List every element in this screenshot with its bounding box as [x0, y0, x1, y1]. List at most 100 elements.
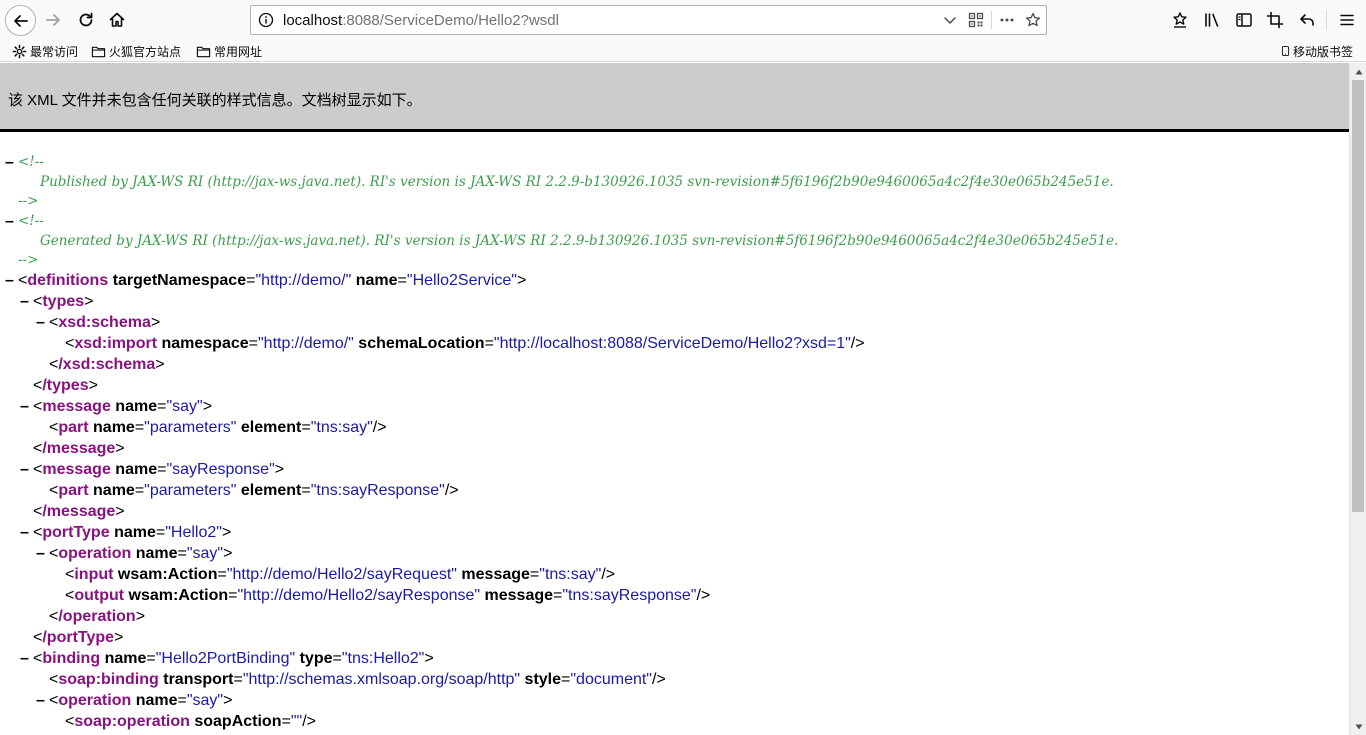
tag-name: definitions: [27, 272, 109, 289]
tag-name: input: [74, 566, 114, 583]
sidebar-icon: [1236, 13, 1252, 27]
tag-name: /message: [42, 440, 116, 457]
scroll-up-button[interactable]: [1350, 63, 1366, 80]
attr-value: "say": [186, 692, 224, 709]
collapse-toggle[interactable]: –: [20, 396, 29, 417]
collapse-toggle[interactable]: –: [20, 291, 29, 312]
attr-value: "tns:sayResponse": [562, 587, 697, 604]
collapse-toggle[interactable]: –: [36, 312, 45, 333]
comment-open: <!--: [18, 154, 44, 170]
attr-value: "parameters": [144, 482, 237, 499]
url-dropdown-button[interactable]: [937, 6, 963, 34]
attr-value: "http://demo/Hello2/sayResponse": [237, 587, 481, 604]
bookmark-label: 最常访问: [30, 44, 79, 59]
url-host: localhost: [283, 11, 343, 29]
home-button[interactable]: [103, 6, 131, 34]
attr-name: name: [355, 272, 398, 289]
attr-value: "parameters": [144, 419, 237, 436]
collapse-toggle[interactable]: –: [36, 690, 45, 711]
attr-name: name: [135, 545, 178, 562]
attr-value: "Hello2PortBinding": [155, 650, 296, 667]
attr-name: message: [461, 566, 530, 583]
scroll-thumb[interactable]: [1352, 80, 1364, 512]
bookmark-label: 火狐官方站点: [109, 44, 182, 59]
attr-name: wsam:Action: [128, 587, 229, 604]
chevron-down-icon: [944, 17, 956, 24]
attr-name: wsam:Action: [117, 566, 218, 583]
attr-name: name: [93, 419, 135, 436]
attr-value: "http://demo/": [255, 272, 352, 289]
qr-code-button[interactable]: [963, 6, 989, 34]
comment-close: -->: [18, 193, 39, 209]
back-button[interactable]: [5, 5, 36, 36]
collapse-toggle[interactable]: –: [20, 522, 29, 543]
bookmarks-toolbar: 最常访问 火狐官方站点 常用网址 移动版书签: [0, 40, 1366, 62]
more-dots-icon: [1000, 18, 1014, 22]
reading-list-button[interactable]: [1166, 6, 1194, 34]
reload-button[interactable]: [72, 6, 100, 34]
site-info-button[interactable]: [251, 6, 281, 34]
attr-value: "http://demo/": [257, 335, 354, 352]
bookmark-star-button[interactable]: [1020, 6, 1046, 34]
attr-value: "http://localhost:8088/ServiceDemo/Hello…: [493, 335, 851, 352]
bookmark-most-visited[interactable]: 最常访问: [12, 41, 78, 61]
sidebar-button[interactable]: [1230, 6, 1258, 34]
url-text[interactable]: localhost:8088/ServiceDemo/Hello2?wsdl: [281, 12, 937, 29]
collapse-toggle[interactable]: –: [5, 152, 14, 173]
attr-name: name: [104, 650, 147, 667]
attr-name: element: [240, 482, 302, 499]
comment-open: <!--: [18, 213, 44, 229]
attr-value: "say": [186, 545, 224, 562]
tag-name: part: [58, 482, 89, 499]
attr-name: name: [135, 692, 178, 709]
tag-name: soap:operation: [74, 713, 190, 730]
triangle-up-icon: [1355, 69, 1362, 74]
bookmark-folder-firefox[interactable]: 火狐官方站点: [91, 41, 181, 61]
forward-arrow-icon: [46, 14, 60, 26]
bookmark-label: 常用网址: [214, 44, 263, 59]
tag-name: types: [42, 293, 85, 310]
attr-name: soapAction: [194, 713, 282, 730]
attr-name: targetNamespace: [112, 272, 247, 289]
bookmark-folder-common[interactable]: 常用网址: [196, 41, 262, 61]
tag-name: output: [74, 587, 125, 604]
attr-value: "Hello2Service": [406, 272, 517, 289]
attr-name: name: [93, 482, 135, 499]
collapse-toggle[interactable]: –: [5, 211, 14, 232]
library-button[interactable]: [1198, 6, 1226, 34]
undo-button[interactable]: [1293, 6, 1321, 34]
attr-name: type: [299, 650, 333, 667]
bookmark-label: 移动版书签: [1293, 44, 1354, 59]
collapse-toggle[interactable]: –: [20, 459, 29, 480]
xml-info-message: 该 XML 文件并未包含任何关联的样式信息。文档树显示如下。: [8, 92, 422, 109]
page-actions-button[interactable]: [994, 6, 1020, 34]
toolbar-separator: [1326, 10, 1327, 30]
attr-value: "tns:Hello2": [341, 650, 425, 667]
screenshot-button[interactable]: [1261, 6, 1289, 34]
collapse-toggle[interactable]: –: [20, 648, 29, 669]
browser-window: localhost:8088/ServiceDemo/Hello2?wsdl 最…: [0, 0, 1366, 735]
address-bar[interactable]: localhost:8088/ServiceDemo/Hello2?wsdl: [250, 5, 1047, 35]
tag-name: /portType: [42, 629, 115, 646]
attr-value: "document": [570, 671, 652, 688]
vertical-scrollbar[interactable]: [1349, 63, 1366, 735]
collapse-toggle[interactable]: –: [5, 270, 14, 291]
scroll-down-button[interactable]: [1350, 718, 1366, 735]
tag-name: portType: [42, 524, 110, 541]
bookmark-mobile[interactable]: 移动版书签: [1280, 41, 1353, 61]
hamburger-menu-icon: [1340, 14, 1354, 26]
xml-info-header: 该 XML 文件并未包含任何关联的样式信息。文档树显示如下。: [0, 63, 1349, 132]
tag-name: message: [42, 398, 111, 415]
badge-star-icon: [1173, 12, 1187, 28]
attr-value: "http://schemas.xmlsoap.org/soap/http": [242, 671, 521, 688]
forward-button[interactable]: [39, 6, 67, 34]
folder-icon: [196, 46, 211, 57]
menu-button[interactable]: [1333, 6, 1361, 34]
triangle-down-icon: [1355, 724, 1362, 729]
attr-name: name: [115, 461, 158, 478]
attr-value: "sayResponse": [166, 461, 275, 478]
tag-name: part: [58, 419, 89, 436]
qr-code-icon: [968, 12, 984, 28]
collapse-toggle[interactable]: –: [36, 543, 45, 564]
attr-value: "Hello2": [165, 524, 222, 541]
